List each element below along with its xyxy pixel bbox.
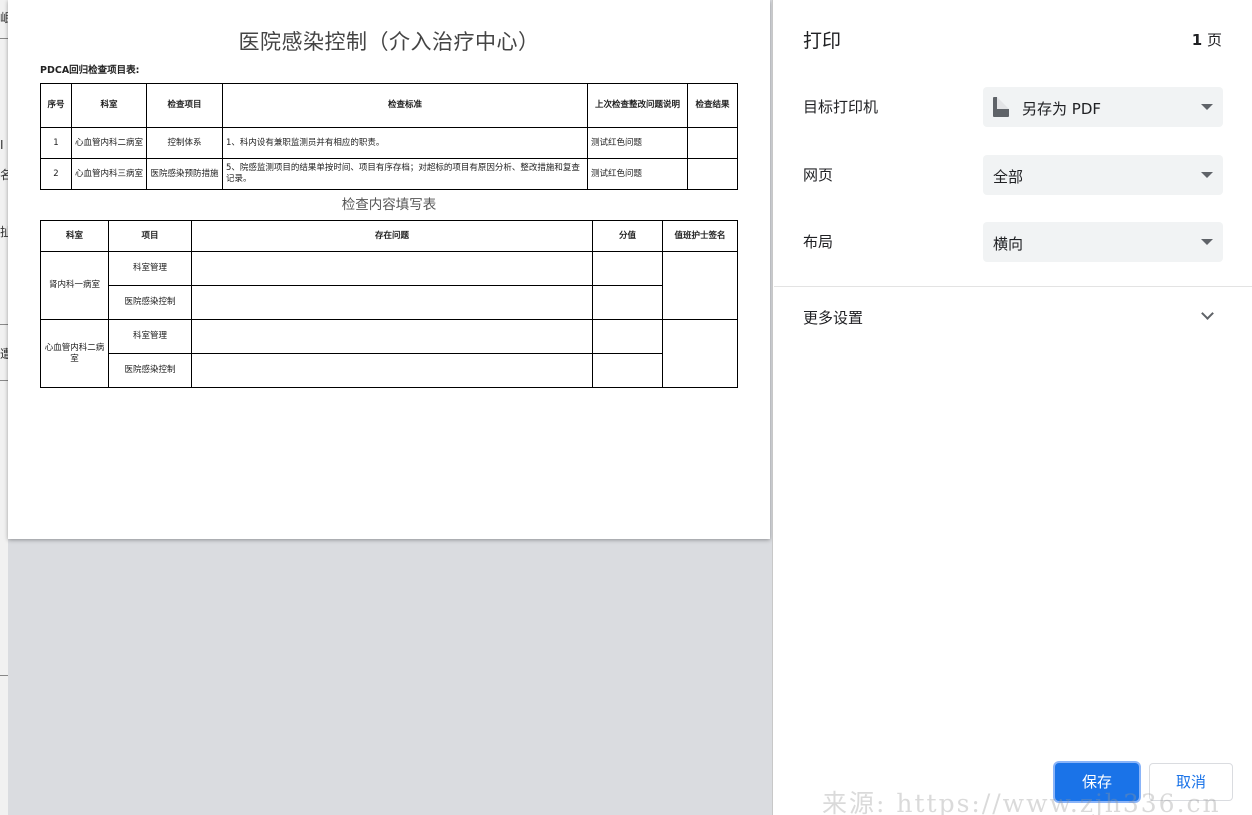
table-row: 肾内科一病室 科室管理 xyxy=(40,251,738,320)
issue-cell xyxy=(191,285,593,320)
more-settings-label: 更多设置 xyxy=(803,309,864,327)
issue-cell xyxy=(191,353,593,388)
save-button[interactable]: 保存 xyxy=(1055,763,1139,801)
table-cell: 心血管内科二病室 xyxy=(71,127,147,159)
edge-line xyxy=(0,380,8,381)
document-title: 医院感染控制（介入治疗中心） xyxy=(238,30,540,54)
table-cell: 5、院感监测项目的结果单按时间、项目有序存档；对超标的项目有原因分析、整改措施和… xyxy=(222,158,588,190)
destination-select[interactable]: 另存为 PDF xyxy=(983,87,1223,127)
dropdown-arrow-icon xyxy=(1201,239,1213,245)
page-count: 1 页 xyxy=(1192,29,1222,50)
table-row: 1 心血管内科二病室 控制体系 1、科内设有兼职监测员并有相应的职责。 测试红色… xyxy=(40,127,738,159)
header-cell: 上次检查整改问题说明 xyxy=(587,83,688,128)
edge-glyph: 岷 xyxy=(0,10,8,26)
file-icon xyxy=(993,97,1009,117)
header-cell: 序号 xyxy=(40,83,72,128)
table-header-row: 序号 科室 检查项目 检查标准 上次检查整改问题说明 检查结果 xyxy=(40,83,738,128)
item-cell: 医院感染控制 xyxy=(108,285,192,320)
fill-table-caption: 检查内容填写表 xyxy=(341,197,437,213)
divider xyxy=(774,286,1252,287)
score-cell xyxy=(592,319,663,354)
table-cell xyxy=(687,158,738,190)
table-cell: 2 xyxy=(40,158,72,190)
header-cell: 科室 xyxy=(40,220,109,252)
table-cell: 医院感染预防措施 xyxy=(146,158,223,190)
edge-glyph: 遭 xyxy=(0,346,8,362)
print-settings-panel: 打印 1 页 目标打印机 另存为 PDF 网页 全部 布局 横向 更多设置 保存… xyxy=(774,0,1252,815)
cancel-button[interactable]: 取消 xyxy=(1149,763,1233,801)
chevron-down-icon xyxy=(1201,307,1214,320)
more-settings-toggle[interactable]: 更多设置 xyxy=(774,300,1252,336)
header-cell: 分值 xyxy=(592,220,663,252)
dropdown-arrow-icon xyxy=(1201,172,1213,178)
table-cell: 1 xyxy=(40,127,72,159)
score-cell xyxy=(592,285,663,320)
header-cell: 检查项目 xyxy=(146,83,223,128)
table-header-row: 科室 项目 存在问题 分值 值班护士签名 xyxy=(40,220,738,252)
layout-label: 布局 xyxy=(803,233,834,251)
table-cell: 测试红色问题 xyxy=(587,127,688,159)
issue-cell xyxy=(191,251,593,286)
item-cell: 科室管理 xyxy=(108,251,192,286)
table-cell: 控制体系 xyxy=(146,127,223,159)
table-cell xyxy=(687,127,738,159)
table-cell: 测试红色问题 xyxy=(587,158,688,190)
edge-glyph: I xyxy=(0,138,4,152)
pdca-table: 序号 科室 检查项目 检查标准 上次检查整改问题说明 检查结果 1 心血管内科二… xyxy=(40,83,738,190)
table-cell: 1、科内设有兼职监测员并有相应的职责。 xyxy=(222,127,588,159)
destination-label: 目标打印机 xyxy=(803,98,879,116)
signature-cell xyxy=(662,319,738,388)
layout-value: 横向 xyxy=(993,235,1024,253)
item-cell: 医院感染控制 xyxy=(108,353,192,388)
page-count-unit: 页 xyxy=(1206,31,1222,49)
page-count-number: 1 xyxy=(1191,31,1203,49)
table-row: 2 心血管内科三病室 医院感染预防措施 5、院感监测项目的结果单按时间、项目有序… xyxy=(40,158,738,190)
table-cell: 心血管内科三病室 xyxy=(71,158,147,190)
edge-glyph: 扯 xyxy=(0,224,8,240)
fill-table: 科室 项目 存在问题 分值 值班护士签名 肾内科一病室 科室管理 医院感染控制 … xyxy=(40,220,738,388)
table-row: 医院感染控制 xyxy=(41,353,738,388)
pages-select[interactable]: 全部 xyxy=(983,155,1223,195)
score-cell xyxy=(592,251,663,286)
score-cell xyxy=(592,353,663,388)
header-cell: 科室 xyxy=(71,83,147,128)
header-cell: 存在问题 xyxy=(191,220,593,252)
background-page-edge: 岷 I 名 扯 遭 xyxy=(0,0,8,815)
signature-cell xyxy=(662,251,738,320)
edge-line xyxy=(0,675,8,676)
table-row: 心血管内科二病室 科室管理 xyxy=(40,319,738,388)
panel-title: 打印 xyxy=(803,30,842,52)
print-preview-area: 岷 I 名 扯 遭 医院感染控制（介入治疗中心） PDCA回归检查项目表: 序号… xyxy=(0,0,773,815)
item-cell: 科室管理 xyxy=(108,319,192,354)
preview-page: 医院感染控制（介入治疗中心） PDCA回归检查项目表: 序号 科室 检查项目 检… xyxy=(8,0,770,539)
header-cell: 项目 xyxy=(108,220,192,252)
pages-label: 网页 xyxy=(803,166,834,184)
table-row: 医院感染控制 xyxy=(41,285,738,320)
destination-value: 另存为 PDF xyxy=(1022,100,1101,118)
header-cell: 检查标准 xyxy=(222,83,588,128)
section-label: PDCA回归检查项目表: xyxy=(40,65,140,76)
layout-select[interactable]: 横向 xyxy=(983,222,1223,262)
issue-cell xyxy=(191,319,593,354)
dropdown-arrow-icon xyxy=(1201,104,1213,110)
pages-value: 全部 xyxy=(993,168,1024,186)
edge-glyph: 名 xyxy=(0,167,8,183)
dept-cell: 心血管内科二病室 xyxy=(40,319,109,388)
edge-line xyxy=(0,324,8,325)
edge-line xyxy=(0,38,8,39)
dept-cell: 肾内科一病室 xyxy=(40,251,109,320)
header-cell: 值班护士签名 xyxy=(662,220,738,252)
header-cell: 检查结果 xyxy=(687,83,738,128)
